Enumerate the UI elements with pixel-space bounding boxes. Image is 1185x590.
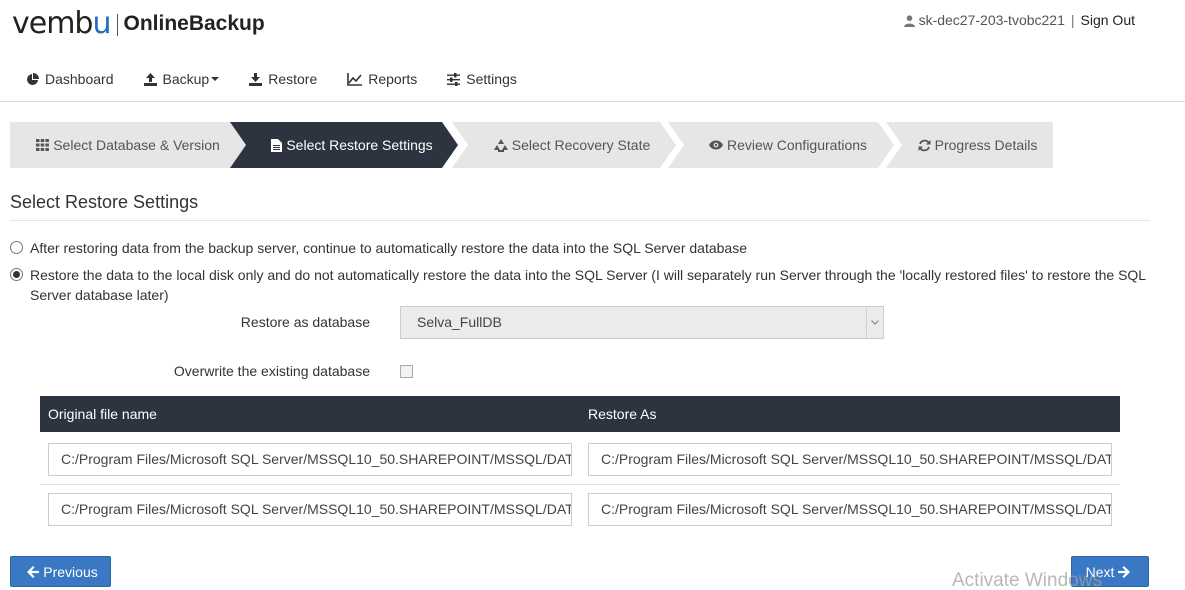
original-file-input[interactable]: C:/Program Files/Microsoft SQL Server/MS…: [48, 493, 572, 526]
nav-reports[interactable]: Reports: [347, 70, 417, 88]
restore-as-file-input[interactable]: C:/Program Files/Microsoft SQL Server/MS…: [588, 493, 1112, 526]
step-progress-details[interactable]: Progress Details: [886, 122, 1053, 168]
local-disk-label-line2: Server database later): [30, 287, 169, 303]
recycle-icon: [493, 138, 508, 152]
logo-product-name: OnlineBackup: [123, 12, 265, 35]
nav-backup-label: Backup: [162, 71, 210, 87]
original-file-input[interactable]: C:/Program Files/Microsoft SQL Server/MS…: [48, 443, 572, 476]
local-disk-radio[interactable]: [10, 268, 23, 281]
user-bar: sk-dec27-203-tvobc221 | Sign Out: [903, 12, 1135, 28]
nav-restore[interactable]: Restore: [249, 70, 317, 88]
step-select-recovery-state[interactable]: Select Recovery State: [452, 122, 676, 168]
row-divider: [40, 484, 1120, 485]
user-separator: |: [1070, 12, 1075, 28]
restore-as-label: Restore as database: [240, 314, 370, 330]
previous-label: Previous: [43, 563, 98, 580]
download-icon: [249, 72, 263, 86]
step-select-restore-settings[interactable]: Select Restore Settings: [230, 122, 458, 168]
file-icon: [271, 138, 283, 152]
local-disk-label: Restore the data to the local disk only …: [30, 265, 1146, 305]
arrow-right-icon: [1118, 565, 1131, 578]
chevron-down-icon: [866, 307, 883, 338]
step-label: Progress Details: [934, 137, 1038, 153]
previous-button[interactable]: Previous: [10, 556, 111, 587]
main-nav: Dashboard Backup Restore Reports Setting…: [26, 70, 547, 88]
sign-out-link[interactable]: Sign Out: [1081, 12, 1135, 28]
nav-reports-label: Reports: [368, 71, 418, 87]
overwrite-checkbox[interactable]: [400, 365, 413, 378]
refresh-icon: [918, 139, 931, 152]
logo-divider: [116, 14, 118, 36]
grid-icon: [36, 139, 50, 151]
sliders-icon: [447, 72, 461, 86]
line-chart-icon: [347, 72, 363, 86]
section-divider: [10, 220, 1150, 221]
step-label: Select Recovery State: [511, 137, 651, 153]
nav-restore-label: Restore: [268, 71, 318, 87]
auto-restore-label: After restoring data from the backup ser…: [30, 240, 747, 256]
nav-dashboard[interactable]: Dashboard: [26, 70, 114, 88]
arrow-left-icon: [27, 565, 40, 578]
step-label: Select Restore Settings: [286, 137, 433, 153]
step-review-configurations[interactable]: Review Configurations: [668, 122, 894, 168]
col-original-file-name: Original file name: [48, 406, 157, 422]
pie-chart-icon: [27, 72, 39, 85]
user-icon: [903, 14, 915, 27]
nav-settings-label: Settings: [466, 71, 517, 87]
files-table-header: Original file name Restore As: [40, 396, 1120, 432]
col-restore-as: Restore As: [588, 406, 657, 422]
wizard-steps: Select Database & Version Select Restore…: [10, 122, 1055, 168]
option-local-disk-only[interactable]: Restore the data to the local disk only …: [10, 265, 1150, 305]
page-title: Select Restore Settings: [10, 192, 199, 212]
step-select-database[interactable]: Select Database & Version: [10, 122, 246, 168]
username: sk-dec27-203-tvobc221: [918, 12, 1065, 28]
next-label: Next: [1085, 563, 1115, 580]
nav-backup[interactable]: Backup: [143, 70, 220, 88]
restore-as-database-select[interactable]: Selva_FullDB: [400, 306, 884, 339]
option-auto-restore[interactable]: After restoring data from the backup ser…: [10, 238, 747, 258]
local-disk-label-line1: Restore the data to the local disk only …: [30, 267, 1147, 283]
nav-dashboard-label: Dashboard: [45, 71, 114, 87]
overwrite-label: Overwrite the existing database: [173, 363, 370, 379]
vembu-logo[interactable]: vembu OnlineBackup: [12, 4, 265, 40]
eye-icon: [708, 140, 723, 150]
next-button[interactable]: Next: [1071, 556, 1149, 587]
upload-icon: [143, 72, 157, 86]
auto-restore-radio[interactable]: [10, 241, 23, 254]
step-label: Select Database & Version: [53, 137, 220, 153]
nav-settings[interactable]: Settings: [447, 70, 517, 88]
logo-wordmark: vembu: [12, 6, 112, 41]
step-label: Review Configurations: [726, 137, 868, 153]
chevron-down-icon: [211, 77, 220, 81]
restore-as-value: Selva_FullDB: [417, 314, 502, 330]
restore-as-file-input[interactable]: C:/Program Files/Microsoft SQL Server/MS…: [588, 443, 1112, 476]
top-header: vembu OnlineBackup sk-dec27-203-tvobc221…: [0, 0, 1185, 102]
